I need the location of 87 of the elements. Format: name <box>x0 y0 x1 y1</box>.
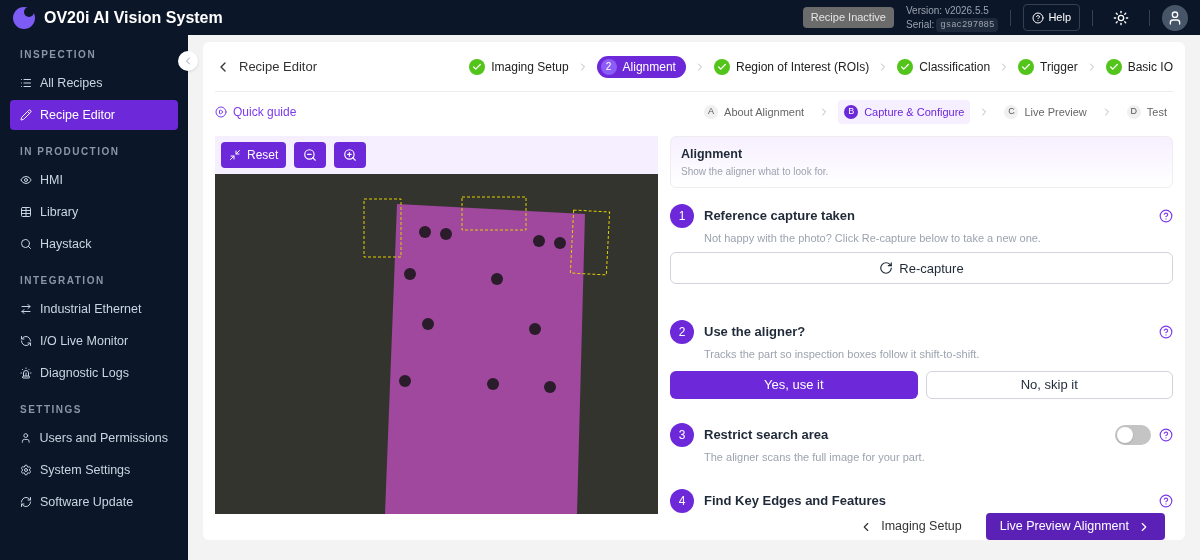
section-heading: IN PRODUCTION <box>19 145 121 159</box>
zoom-in-button[interactable] <box>334 142 367 168</box>
grid-icon <box>20 206 32 218</box>
help-icon[interactable] <box>1159 494 1173 509</box>
arrows-icon <box>20 303 32 315</box>
help-icon[interactable] <box>1159 208 1173 223</box>
substep-tab[interactable]: B Capture & Configure <box>838 99 971 125</box>
help-icon[interactable] <box>1159 325 1173 340</box>
nav-item[interactable]: Haystack <box>10 229 178 259</box>
serial-label: Serial: <box>906 17 935 32</box>
section-description: Tracks the part so inspection boxes follow it shift-to-shift. <box>704 347 981 363</box>
choice-button[interactable]: Yes, use it <box>670 370 918 399</box>
step-number: 2 <box>670 320 694 345</box>
nav-item[interactable]: HMI <box>10 165 178 195</box>
panel-title: Alignment <box>681 146 744 163</box>
check-icon <box>469 58 486 75</box>
check-icon <box>1018 58 1035 75</box>
panel-subtitle: Show the aligner what to look for. <box>681 164 830 179</box>
nav-item[interactable]: All Recipes <box>10 68 178 98</box>
check-icon <box>897 58 914 75</box>
step-number: 1 <box>670 203 694 228</box>
zoom-out-icon <box>303 148 318 162</box>
section-description: Not happy with the photo? Click Re-capture below to take a new one. <box>704 230 1042 246</box>
step-tab[interactable]: Trigger <box>1018 57 1078 76</box>
user-icon <box>1167 9 1183 26</box>
step-number: 2 <box>600 58 617 75</box>
step-tab[interactable]: Basic IO <box>1105 57 1173 76</box>
refresh-icon <box>879 261 894 276</box>
logo-icon <box>12 5 36 30</box>
status-badge: Recipe Inactive <box>802 7 894 28</box>
refresh-icon <box>20 496 32 508</box>
back-link[interactable]: Recipe Editor <box>215 56 318 77</box>
section-title: Use the aligner? <box>704 323 806 342</box>
substep-tab[interactable]: D Test <box>1120 99 1173 125</box>
version-text: Version: v2026.5.5 <box>906 3 990 18</box>
help-button[interactable]: Help <box>1023 4 1080 31</box>
shrink-icon <box>229 149 241 161</box>
avatar-icon[interactable] <box>1162 4 1188 31</box>
step-tab[interactable]: Region of Interest (ROIs) <box>713 57 870 76</box>
zoom-in-icon <box>343 148 358 162</box>
section-title: Reference capture taken <box>704 206 855 225</box>
play-icon <box>215 106 227 118</box>
back-button[interactable]: Imaging Setup <box>859 517 962 537</box>
section-title: Find Key Edges and Features <box>704 492 887 511</box>
help-icon <box>1032 11 1045 24</box>
list-icon <box>20 77 32 89</box>
section-heading: SETTINGS <box>19 403 83 417</box>
step-number: 4 <box>670 489 694 514</box>
step-tab[interactable]: 2 Alignment <box>596 55 686 78</box>
nav-item[interactable]: Library <box>10 197 178 227</box>
nav-item[interactable]: Recipe Editor <box>10 100 178 130</box>
help-icon[interactable] <box>1159 427 1173 442</box>
serial-number: gsac297085 <box>936 17 999 32</box>
eye-icon <box>20 174 32 186</box>
nav-item[interactable]: Software Update <box>10 487 178 517</box>
reset-button[interactable]: Reset <box>221 142 287 168</box>
search-icon <box>20 238 32 250</box>
nav-item[interactable]: Industrial Ethernet <box>10 294 178 324</box>
recapture-button[interactable]: Re-capture <box>670 252 1173 285</box>
alarm-icon <box>20 367 32 379</box>
pencil-icon <box>20 109 32 121</box>
section-description: The aligner scans the full image for your part. <box>704 449 926 465</box>
substep-tab[interactable]: A About Alignment <box>698 99 811 125</box>
theme-icon[interactable] <box>1113 9 1129 26</box>
nav-item[interactable]: Users and Permissions <box>10 423 178 453</box>
quick-guide-link[interactable]: Quick guide <box>215 103 297 121</box>
nav-item[interactable]: I/O Live Monitor <box>10 326 178 356</box>
circular-arrow-icon <box>20 335 32 347</box>
user-icon <box>20 432 32 444</box>
next-button[interactable]: Live Preview Alignment <box>985 513 1165 541</box>
section-heading: INTEGRATION <box>19 274 106 288</box>
section-heading: INSPECTION <box>19 48 98 62</box>
nav-item[interactable]: System Settings <box>10 455 178 485</box>
toggle-switch[interactable] <box>1115 424 1151 445</box>
settings-icon <box>20 464 32 476</box>
choice-button[interactable]: No, skip it <box>925 370 1173 399</box>
check-icon <box>713 58 730 75</box>
app-title: OV20i AI Vision System <box>44 7 223 28</box>
zoom-out-button[interactable] <box>294 142 327 168</box>
step-tab[interactable]: Imaging Setup <box>469 57 569 76</box>
nav-item[interactable]: Diagnostic Logs <box>10 358 178 388</box>
check-icon <box>1105 58 1122 75</box>
step-tab[interactable]: Classification <box>897 57 991 76</box>
collapse-button[interactable] <box>178 51 198 71</box>
step-number: 3 <box>670 422 694 447</box>
substep-tab[interactable]: C Live Preview <box>998 99 1093 125</box>
section-title: Restrict search area <box>704 425 829 444</box>
